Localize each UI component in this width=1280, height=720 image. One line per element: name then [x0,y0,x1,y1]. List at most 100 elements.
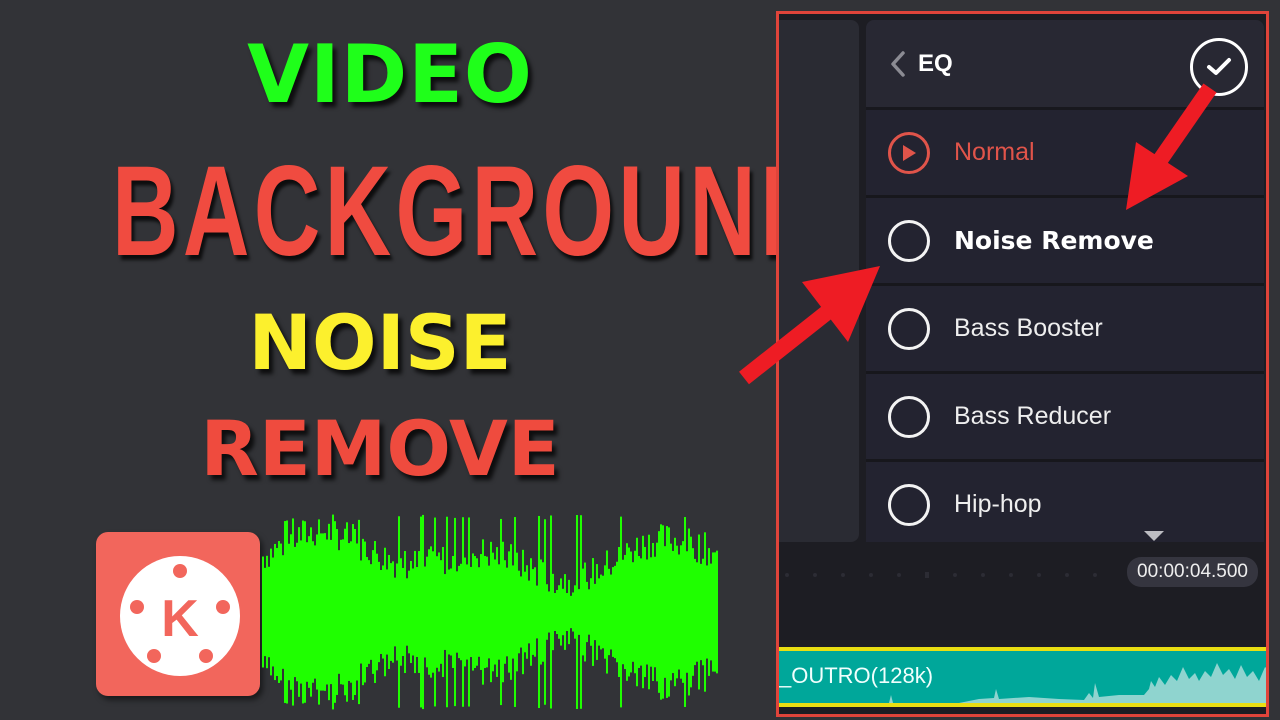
waveform-bar [276,548,278,676]
waveform-bar [402,567,404,657]
eq-preset-noise-remove[interactable]: Noise Remove [866,198,1264,286]
waveform-bar [680,545,682,679]
waveform-bar [300,540,302,684]
waveform-bar [272,557,274,667]
waveform-bar [456,571,458,653]
waveform-bar [644,546,646,678]
waveform-bar [470,566,472,658]
waveform-bar [366,556,368,668]
waveform-bar [662,525,664,699]
waveform-bar [302,520,304,704]
waveform-bar [360,560,362,664]
waveform-bar [268,566,270,658]
scroll-down-indicator-icon[interactable] [1144,531,1164,541]
waveform-bar [332,514,334,710]
waveform-bar [502,541,504,683]
waveform-bar [620,516,622,708]
eq-preset-label: Bass Booster [954,314,1103,342]
waveform-bar [396,563,398,661]
waveform-bar [462,517,464,707]
waveform-bar [492,552,494,672]
waveform-bar [652,542,654,682]
waveform-bar [612,567,614,657]
waveform-bar [370,564,372,660]
waveform-bar [330,539,332,685]
waveform-bar [390,563,392,661]
waveform-bar [584,562,586,662]
waveform-bar [660,524,662,700]
waveform-bar [600,574,602,650]
waveform-bar [636,537,638,687]
waveform-bar [318,519,320,705]
waveform-bar [704,532,706,692]
play-circle-icon [888,131,930,174]
waveform-bar [674,537,676,687]
timecode: 00:00:04.500 [1127,557,1258,587]
title-remove: REMOVE [200,404,560,493]
waveform-bar [406,578,408,646]
eq-preset-normal[interactable]: Normal [866,110,1264,198]
waveform-bar [536,585,538,639]
waveform-bar [342,539,344,685]
waveform-bar [324,533,326,691]
waveform-bar [664,546,666,678]
waveform-bar [604,565,606,659]
waveform-bar [464,557,466,667]
waveform-bar [544,519,546,705]
waveform-bar [668,527,670,697]
waveform-bar [490,541,492,683]
waveform-bar [480,554,482,670]
radio-empty-icon [888,395,930,438]
waveform-bar [296,542,298,682]
waveform-bar [372,550,374,674]
waveform-bar [702,558,704,666]
waveform-bar [298,527,300,697]
waveform-bar [294,546,296,678]
title-video: VIDEO [247,28,533,121]
eq-title: EQ [918,49,953,77]
timeline-ruler [785,572,1097,578]
waveform-bar [340,539,342,685]
waveform-bar [558,585,560,639]
eq-preset-hip-hop[interactable]: Hip-hop [866,462,1264,542]
checkmark-circle-icon[interactable] [1190,38,1248,96]
eq-preset-bass-reducer[interactable]: Bass Reducer [866,374,1264,462]
waveform-bar [512,565,514,659]
waveform-bar [624,554,626,670]
waveform-bar [500,518,502,706]
waveform-bar [422,514,424,710]
radio-empty-icon [888,483,930,526]
waveform-bar [548,591,550,633]
waveform-bar [408,570,410,654]
waveform-bar [430,546,432,678]
waveform-bar [640,558,642,666]
waveform-bar [434,517,436,707]
waveform-bar [684,517,686,707]
waveform-bar [266,555,268,669]
kinemaster-logo-icon: K [96,532,260,696]
waveform-bar [518,570,520,654]
chevron-left-icon[interactable] [886,49,910,79]
waveform-bar [598,578,600,646]
waveform-bar [444,574,446,650]
waveform-bar [614,565,616,659]
waveform-bar [452,555,454,669]
waveform-bar [364,541,366,683]
waveform-bar [560,578,562,646]
waveform-bar [564,574,566,650]
waveform-bar [338,550,340,674]
waveform-bar [458,565,460,659]
waveform-bar [320,533,322,691]
waveform-bar [594,583,596,641]
eq-menu: EQ Normal Noise Remove Bass Booster Bass… [866,20,1264,542]
waveform-bar [262,556,264,668]
waveform-bar [428,549,430,675]
waveform-bar [358,519,360,705]
waveform-bar [308,536,310,688]
waveform-bar [476,558,478,666]
waveform-bar [634,550,636,674]
waveform-bar [280,543,282,681]
eq-preset-bass-booster[interactable]: Bass Booster [866,286,1264,374]
waveform-bar [312,541,314,683]
audio-track-clip[interactable]: _OUTRO(128k) [779,647,1266,707]
